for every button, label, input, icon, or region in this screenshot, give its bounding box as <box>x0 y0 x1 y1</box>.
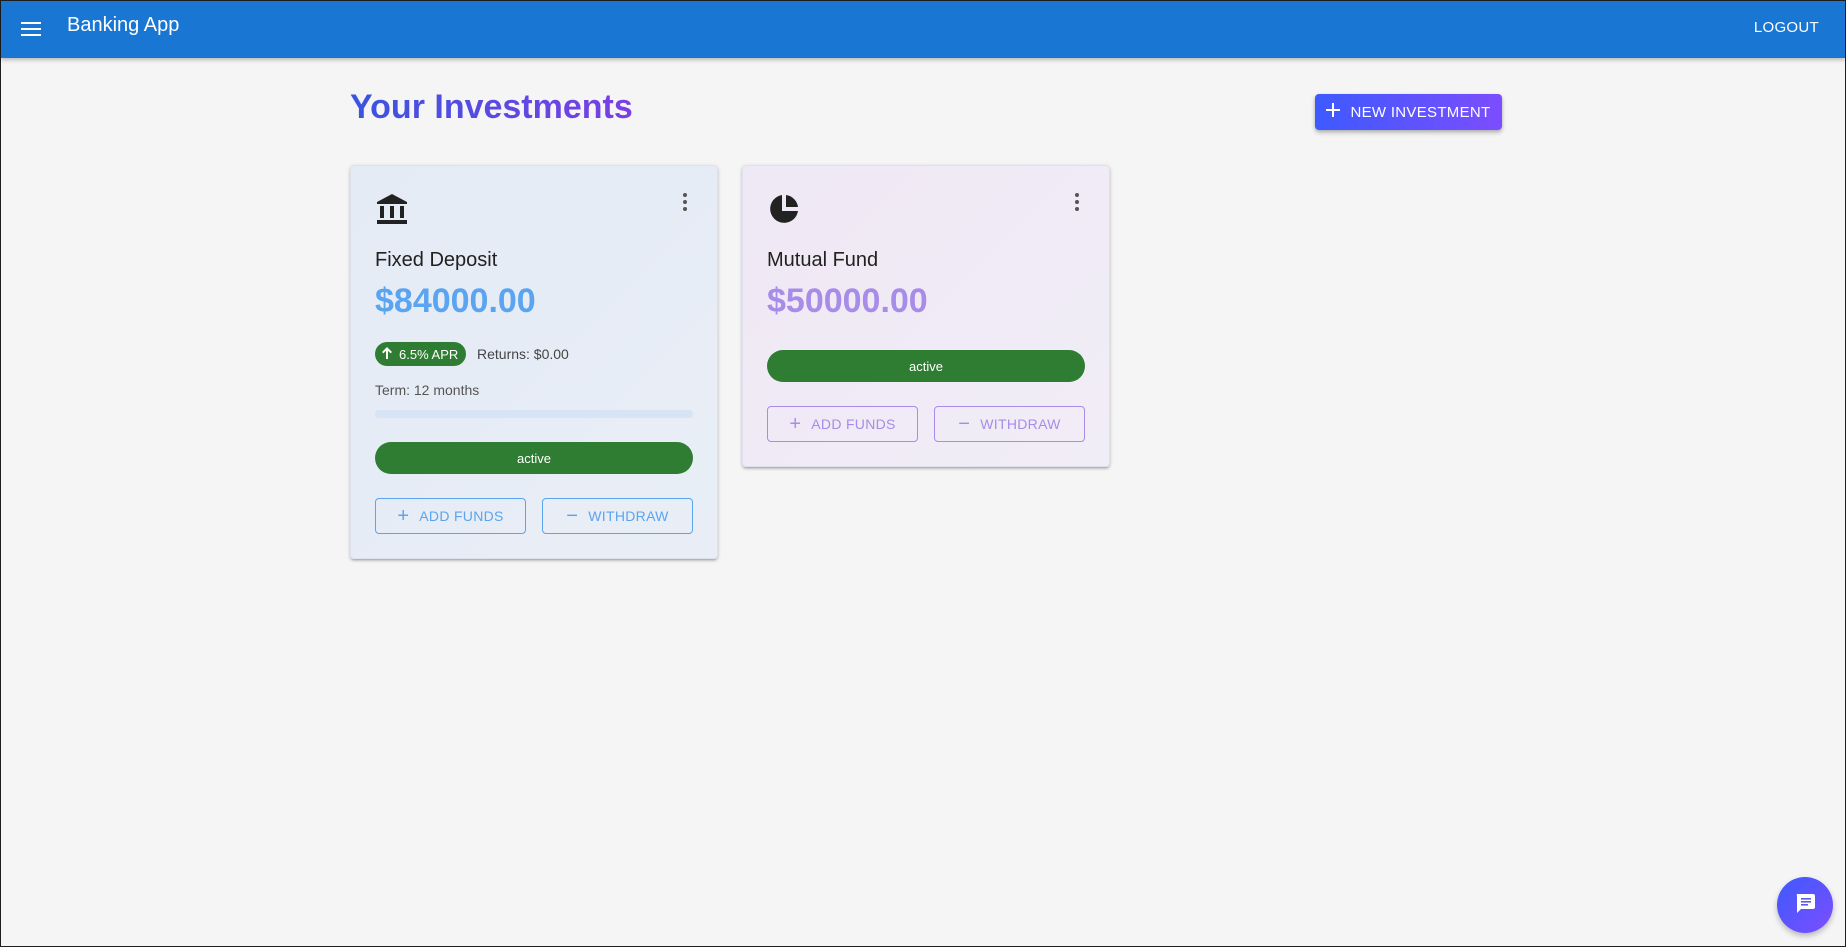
plus-icon: + <box>397 505 410 527</box>
chat-button[interactable] <box>1777 877 1833 933</box>
status-badge: active <box>375 442 693 474</box>
plus-icon: + <box>789 413 802 435</box>
new-investment-label: NEW INVESTMENT <box>1350 103 1491 121</box>
term-progress-bar <box>375 410 693 418</box>
investment-amount: $84000.00 <box>375 282 536 320</box>
add-funds-button[interactable]: + ADD FUNDS <box>767 406 918 442</box>
logout-button[interactable]: LOGOUT <box>1744 15 1829 40</box>
term-value: Term: 12 months <box>375 382 480 398</box>
investment-card-mutual-fund: Mutual Fund $50000.00 active + ADD FUNDS… <box>742 165 1110 467</box>
app-title: Banking App <box>67 14 180 36</box>
page-title: Your Investments <box>350 85 633 129</box>
apr-badge: 6.5% APR <box>375 342 467 366</box>
withdraw-button[interactable]: − WITHDRAW <box>934 406 1085 442</box>
investment-name: Mutual Fund <box>767 249 879 271</box>
add-funds-label: ADD FUNDS <box>419 508 504 524</box>
investment-card-fixed-deposit: Fixed Deposit $84000.00 6.5% APR Returns… <box>350 165 718 559</box>
plus-icon <box>1326 103 1341 121</box>
add-funds-label: ADD FUNDS <box>811 416 896 432</box>
pie-chart-icon <box>767 192 801 226</box>
withdraw-label: WITHDRAW <box>588 508 669 524</box>
arrow-up-icon <box>379 345 395 364</box>
withdraw-button[interactable]: − WITHDRAW <box>542 498 693 534</box>
app-bar: Banking App LOGOUT <box>1 1 1845 58</box>
withdraw-label: WITHDRAW <box>980 416 1061 432</box>
minus-icon: − <box>958 413 971 435</box>
returns-value: Returns: $0.00 <box>477 346 569 362</box>
bank-icon <box>375 192 409 226</box>
add-funds-button[interactable]: + ADD FUNDS <box>375 498 526 534</box>
more-options-icon[interactable] <box>673 188 697 216</box>
menu-icon[interactable] <box>13 11 49 47</box>
more-options-icon[interactable] <box>1065 188 1089 216</box>
apr-value: 6.5% APR <box>399 346 459 362</box>
chat-icon <box>1794 892 1816 919</box>
investment-name: Fixed Deposit <box>375 249 498 271</box>
minus-icon: − <box>566 505 579 527</box>
investment-amount: $50000.00 <box>767 282 928 320</box>
new-investment-button[interactable]: NEW INVESTMENT <box>1315 94 1502 130</box>
status-badge: active <box>767 350 1085 382</box>
